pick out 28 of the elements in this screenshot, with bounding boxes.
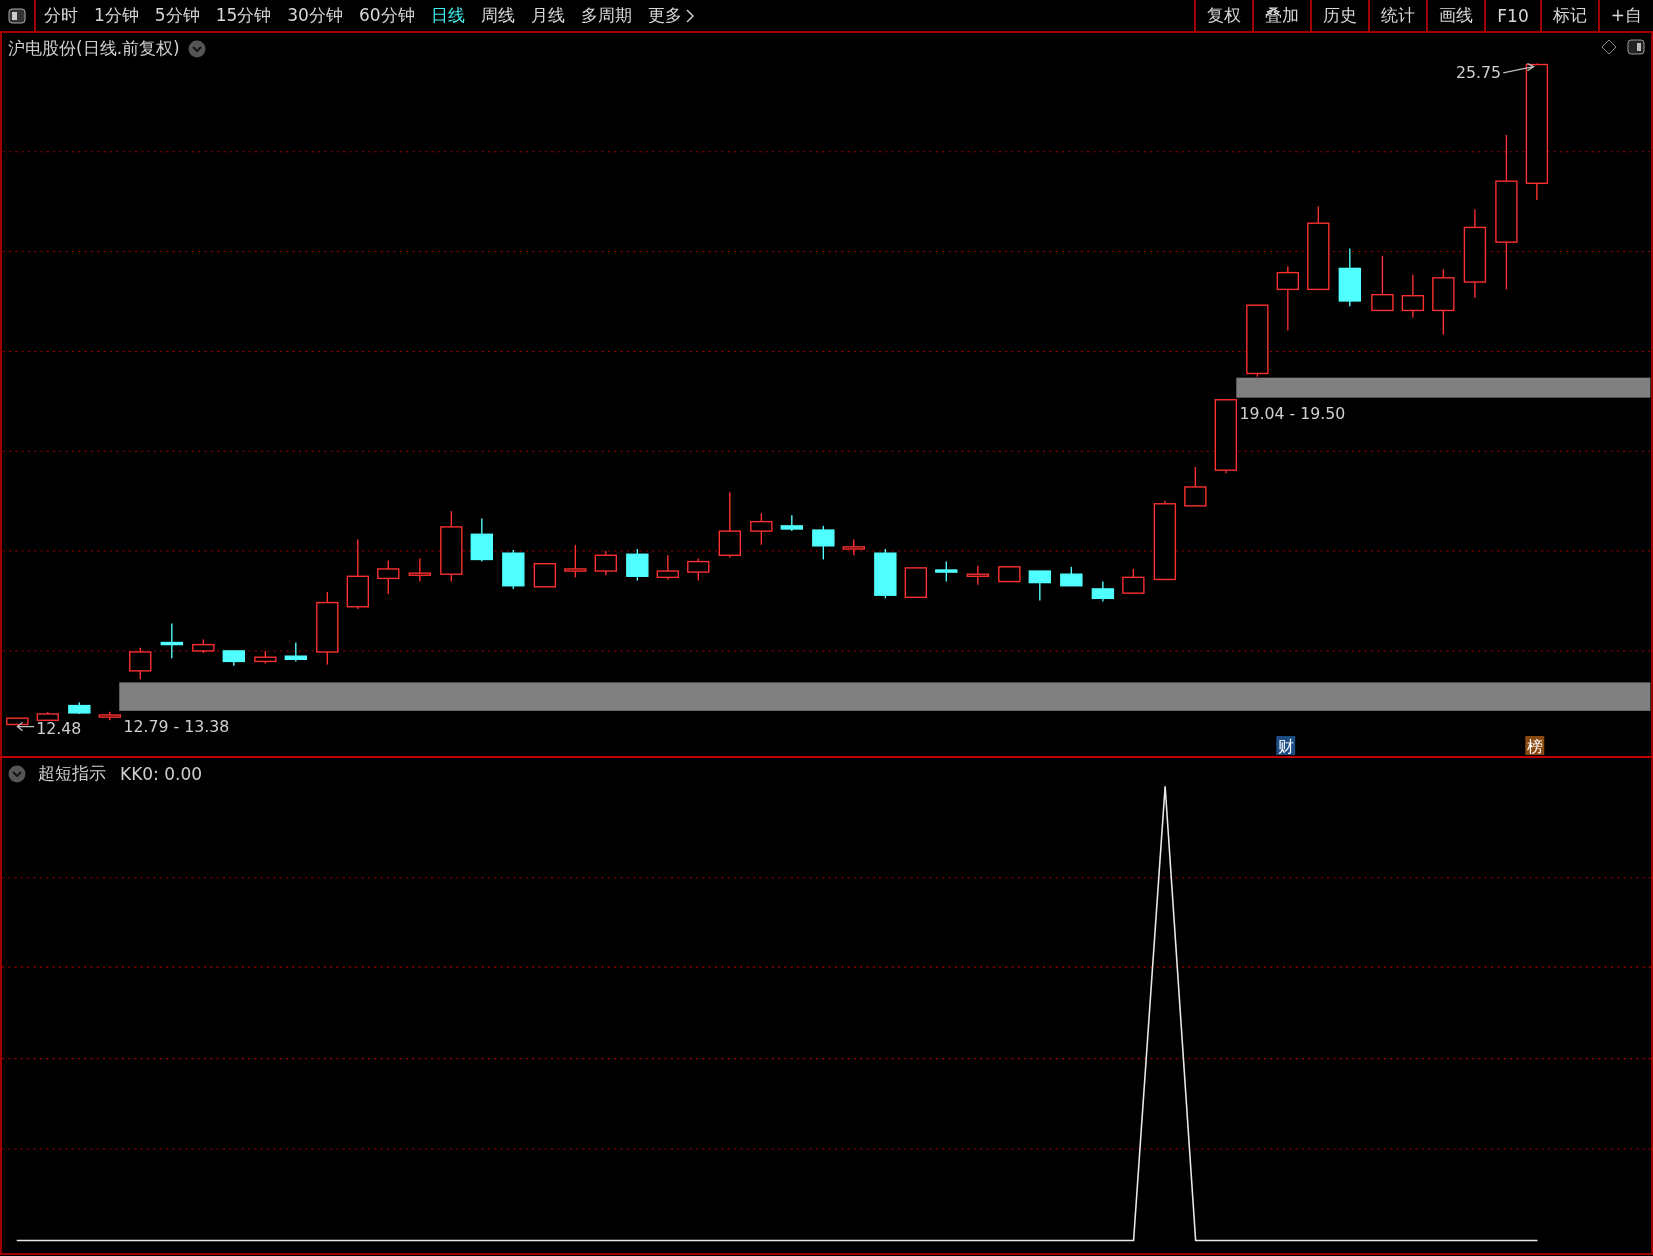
period-tab[interactable]: 月线 bbox=[522, 0, 573, 31]
price-zone-label: 12.79 - 13.38 bbox=[123, 716, 230, 736]
period-tab[interactable]: 分时 bbox=[36, 0, 86, 31]
low-price-label: 12.48 bbox=[36, 718, 82, 738]
period-tab[interactable]: 日线 bbox=[422, 0, 473, 31]
period-tab[interactable]: 60分钟 bbox=[350, 0, 423, 31]
toolbar-button[interactable]: 复权 bbox=[1194, 0, 1253, 31]
toolbar-button[interactable]: 标记 bbox=[1539, 0, 1598, 31]
toolbar-button[interactable]: 历史 bbox=[1310, 0, 1369, 31]
event-marker[interactable]: 财 bbox=[1276, 736, 1296, 756]
toolbar-button[interactable]: F10 bbox=[1484, 0, 1540, 31]
period-tab[interactable]: 多周期 bbox=[572, 0, 640, 31]
toolbar-button[interactable]: +自 bbox=[1597, 0, 1653, 31]
high-price-label: 25.75 bbox=[1455, 63, 1502, 83]
chart-title: 沪电股份(日线.前复权) bbox=[8, 37, 180, 60]
price-zone-label: 19.04 - 19.50 bbox=[1239, 403, 1346, 423]
toolbar-button[interactable]: 叠加 bbox=[1252, 0, 1311, 31]
period-tab[interactable]: 15分钟 bbox=[207, 0, 280, 31]
more-button[interactable]: 更多 bbox=[639, 0, 702, 31]
toolbar-button[interactable]: 统计 bbox=[1368, 0, 1427, 31]
toolbar-button[interactable]: 画线 bbox=[1426, 0, 1485, 31]
period-tab[interactable]: 30分钟 bbox=[279, 0, 351, 31]
indicator-reading: KK0: 0.00 bbox=[120, 763, 203, 784]
period-tab[interactable]: 5分钟 bbox=[146, 0, 208, 31]
period-tab[interactable]: 1分钟 bbox=[86, 0, 147, 31]
period-tab[interactable]: 周线 bbox=[472, 0, 523, 31]
event-marker[interactable]: 榜 bbox=[1525, 736, 1545, 756]
indicator-name: 超短指示 bbox=[38, 762, 106, 785]
